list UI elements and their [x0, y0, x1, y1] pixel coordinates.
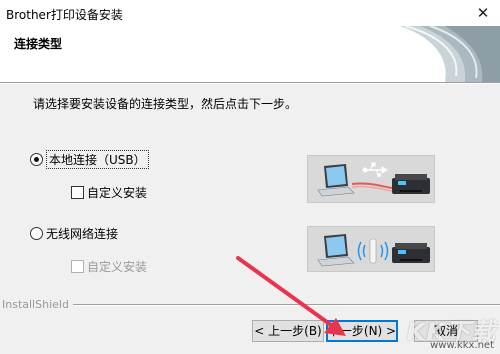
annotation-arrow-icon — [236, 256, 346, 336]
watermark-url: www.kkx.net — [430, 340, 494, 351]
